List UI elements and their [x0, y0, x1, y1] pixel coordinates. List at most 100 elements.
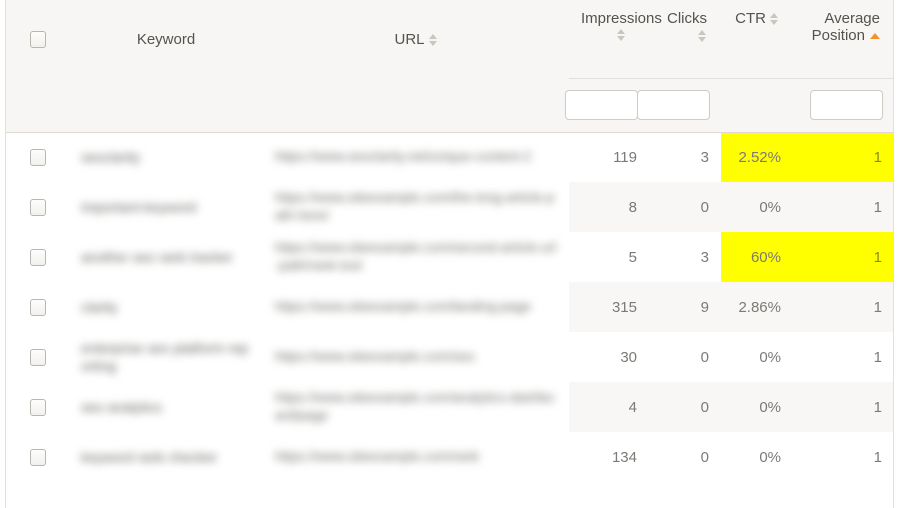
filter-impressions-input[interactable] [565, 90, 638, 120]
cell-impressions: 4 [569, 382, 649, 432]
keyword-text: clarity [81, 299, 118, 315]
cell-impressions: 30 [569, 332, 649, 382]
cell-ctr: 0% [721, 382, 793, 432]
url-text[interactable]: https://www.siteexample.com/second-artic… [275, 239, 557, 275]
header-select-all-cell [6, 0, 69, 78]
table-header: Keyword URL Impressions Clicks CTR Avera… [6, 0, 893, 133]
row-select-cell [6, 432, 69, 482]
keyword-text: important-keyword [81, 199, 197, 215]
cell-clicks: 0 [649, 432, 721, 482]
sort-both-icon-url[interactable] [428, 33, 438, 47]
cell-average-position: 1 [793, 182, 893, 232]
cell-impressions: 134 [569, 432, 649, 482]
cell-average-position: 1 [793, 282, 893, 332]
cell-keyword: keyword rank checker [69, 432, 263, 482]
header-ctr-label: CTR [735, 10, 766, 27]
filter-average-position-wrap [793, 90, 893, 120]
sort-ascending-icon-average-position[interactable] [870, 33, 880, 40]
row-checkbox[interactable] [29, 398, 46, 416]
header-ctr[interactable]: CTR [721, 0, 793, 79]
cell-average-position: 1 [793, 382, 893, 432]
sort-both-icon-impressions[interactable] [616, 28, 626, 42]
header-average-position-line1: Average [824, 10, 880, 27]
cell-impressions: 315 [569, 282, 649, 332]
url-text[interactable]: https://www.siteexample.com/rank [275, 448, 557, 466]
cell-clicks: 9 [649, 282, 721, 332]
cell-clicks: 0 [649, 182, 721, 232]
row-checkbox[interactable] [29, 348, 46, 366]
url-text[interactable]: https://www.seoclarity.net/unique-conten… [275, 148, 557, 166]
cell-url: https://www.siteexample.com/analytics-da… [263, 382, 569, 432]
table-row[interactable]: enterprise seo platform reporting https:/… [6, 332, 893, 382]
filter-cell-ctr [721, 78, 793, 133]
cell-clicks: 3 [649, 132, 721, 182]
filter-clicks-input[interactable] [637, 90, 710, 120]
sort-both-icon-clicks[interactable] [698, 29, 707, 43]
table-row[interactable]: another seo rank tracker https://www.site… [6, 232, 893, 282]
cell-impressions: 8 [569, 182, 649, 232]
cell-url: https://www.siteexample.com/the-long-art… [263, 182, 569, 232]
cell-clicks: 3 [649, 232, 721, 282]
cell-average-position: 1 [793, 232, 893, 282]
cell-clicks: 0 [649, 332, 721, 382]
cell-ctr: 2.52% [721, 132, 793, 182]
table-row[interactable]: seo analytics https://www.siteexample.com… [6, 382, 893, 432]
row-select-cell [6, 332, 69, 382]
table-row[interactable]: keyword rank checker https://www.siteexam… [6, 432, 893, 482]
cell-ctr: 2.86% [721, 282, 793, 332]
cell-url: https://www.siteexample.com/landing-page [263, 282, 569, 332]
header-average-position[interactable]: Average Position [793, 0, 893, 79]
header-average-position-line2: Position [811, 27, 865, 44]
filter-average-position-input[interactable] [810, 90, 883, 120]
row-checkbox[interactable] [29, 248, 46, 266]
keyword-performance-table: Keyword URL Impressions Clicks CTR Avera… [6, 0, 893, 482]
cell-url: https://www.siteexample.com/rank [263, 432, 569, 482]
table-header-row: Keyword URL Impressions Clicks CTR Avera… [6, 0, 893, 79]
header-average-position-inner: Average Position [812, 10, 880, 44]
sort-both-icon-ctr[interactable] [770, 12, 779, 26]
url-text[interactable]: https://www.siteexample.com/analytics-da… [275, 389, 557, 425]
filter-cell-keyword [69, 78, 263, 133]
select-all-checkbox[interactable] [29, 30, 46, 48]
row-checkbox[interactable] [29, 448, 46, 466]
filter-cell-average-position [793, 78, 893, 133]
row-select-cell [6, 132, 69, 182]
row-checkbox[interactable] [29, 149, 46, 167]
data-table-container: Keyword URL Impressions Clicks CTR Avera… [5, 0, 894, 508]
filter-cell-select [6, 78, 69, 133]
row-select-cell [6, 382, 69, 432]
keyword-text: enterprise seo platform reporting [81, 340, 249, 374]
cell-keyword: enterprise seo platform reporting [69, 332, 263, 382]
row-checkbox[interactable] [29, 298, 46, 316]
cell-average-position: 1 [793, 332, 893, 382]
url-text[interactable]: https://www.siteexample.com/landing-page [275, 298, 557, 316]
row-checkbox[interactable] [29, 198, 46, 216]
cell-keyword: seoclarity [69, 132, 263, 182]
cell-impressions: 119 [569, 132, 649, 182]
cell-impressions: 5 [569, 232, 649, 282]
header-keyword[interactable]: Keyword [69, 0, 263, 78]
cell-ctr: 0% [721, 332, 793, 382]
filter-cell-clicks [637, 78, 721, 133]
cell-url: https://www.siteexample.com/seo [263, 332, 569, 382]
cell-keyword: another seo rank tracker [69, 232, 263, 282]
header-impressions[interactable]: Impressions [569, 0, 662, 79]
table-row[interactable]: seoclarity https://www.seoclarity.net/uni… [6, 132, 893, 182]
cell-keyword: seo analytics [69, 382, 263, 432]
cell-url: https://www.seoclarity.net/unique-conten… [263, 132, 569, 182]
row-select-cell [6, 282, 69, 332]
url-text[interactable]: https://www.siteexample.com/the-long-art… [275, 189, 557, 225]
table-row[interactable]: important-keyword https://www.siteexample… [6, 182, 893, 232]
table-row[interactable]: clarity https://www.siteexample.com/landi… [6, 282, 893, 332]
cell-keyword: important-keyword [69, 182, 263, 232]
header-impressions-inner: Impressions [581, 10, 662, 42]
url-text[interactable]: https://www.siteexample.com/seo [275, 348, 557, 366]
keyword-performance-table-screen: Keyword URL Impressions Clicks CTR Avera… [0, 0, 908, 508]
header-clicks-label: Clicks [667, 10, 707, 27]
cell-ctr: 60% [721, 232, 793, 282]
keyword-text: seo analytics [81, 399, 162, 415]
keyword-text: keyword rank checker [81, 449, 218, 465]
header-url[interactable]: URL [263, 0, 569, 78]
table-body: seoclarity https://www.seoclarity.net/uni… [6, 132, 893, 482]
cell-ctr: 0% [721, 432, 793, 482]
